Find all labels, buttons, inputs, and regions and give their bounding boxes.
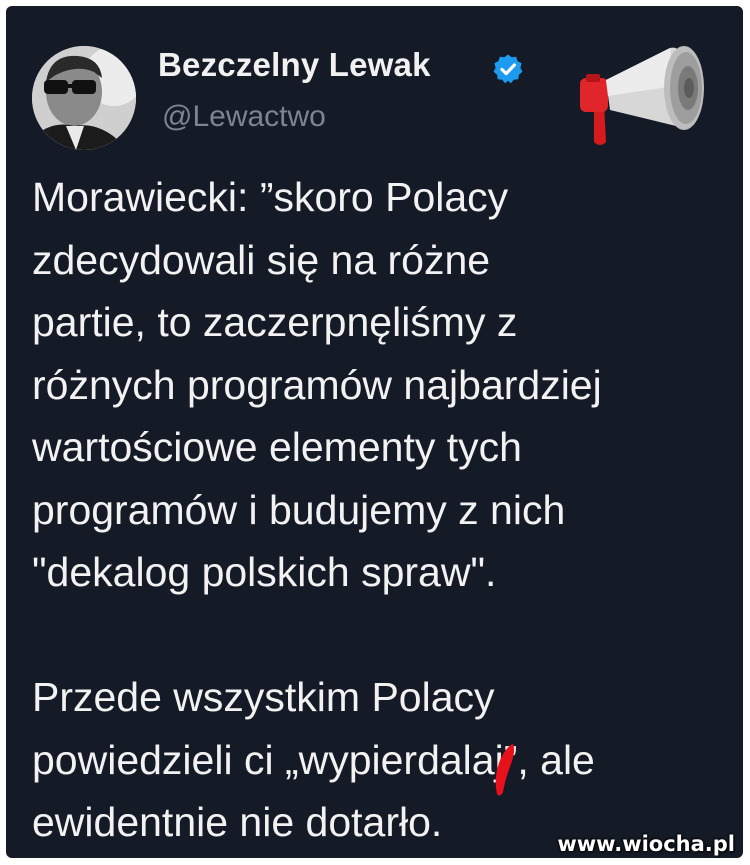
tweet-text: Morawiecki: ”skoro Polacy zdecydowali si… — [32, 166, 732, 854]
watermark: www.wiocha.pl — [557, 832, 735, 856]
tweet-text-line: powiedzieli ci „wypierdalaj”, ale — [32, 736, 595, 783]
tweet-text-line: Przede wszystkim Polacy — [32, 674, 495, 720]
avatar[interactable] — [32, 46, 136, 150]
tweet-text-line: partie, to zaczerpnęliśmy z — [32, 299, 518, 345]
tweet-text-line: zdecydowali się na różne — [32, 236, 491, 283]
megaphone-icon — [580, 46, 704, 145]
censor-mark — [495, 744, 515, 796]
tweet-text-line: wartościowe elementy tych — [32, 424, 522, 470]
author-handle[interactable]: @Lewactwo — [162, 100, 326, 134]
tweet-text-line: programów i budujemy z nich — [32, 486, 566, 533]
tweet-text-line: "dekalog polskich spraw". — [32, 549, 497, 595]
author-name[interactable]: Bezczelny Lewak — [158, 46, 431, 84]
tweet-text-line: Morawiecki: ”skoro Polacy — [32, 174, 509, 220]
avatar-image — [32, 46, 136, 150]
verified-badge-icon — [493, 54, 523, 84]
screenshot-frame: Bezczelny Lewak @Lewactwo Morawiecki: ”s… — [0, 0, 750, 865]
tweet-text-line: różnych programów najbardziej — [32, 361, 602, 408]
tweet-card: Bezczelny Lewak @Lewactwo Morawiecki: ”s… — [6, 6, 743, 858]
